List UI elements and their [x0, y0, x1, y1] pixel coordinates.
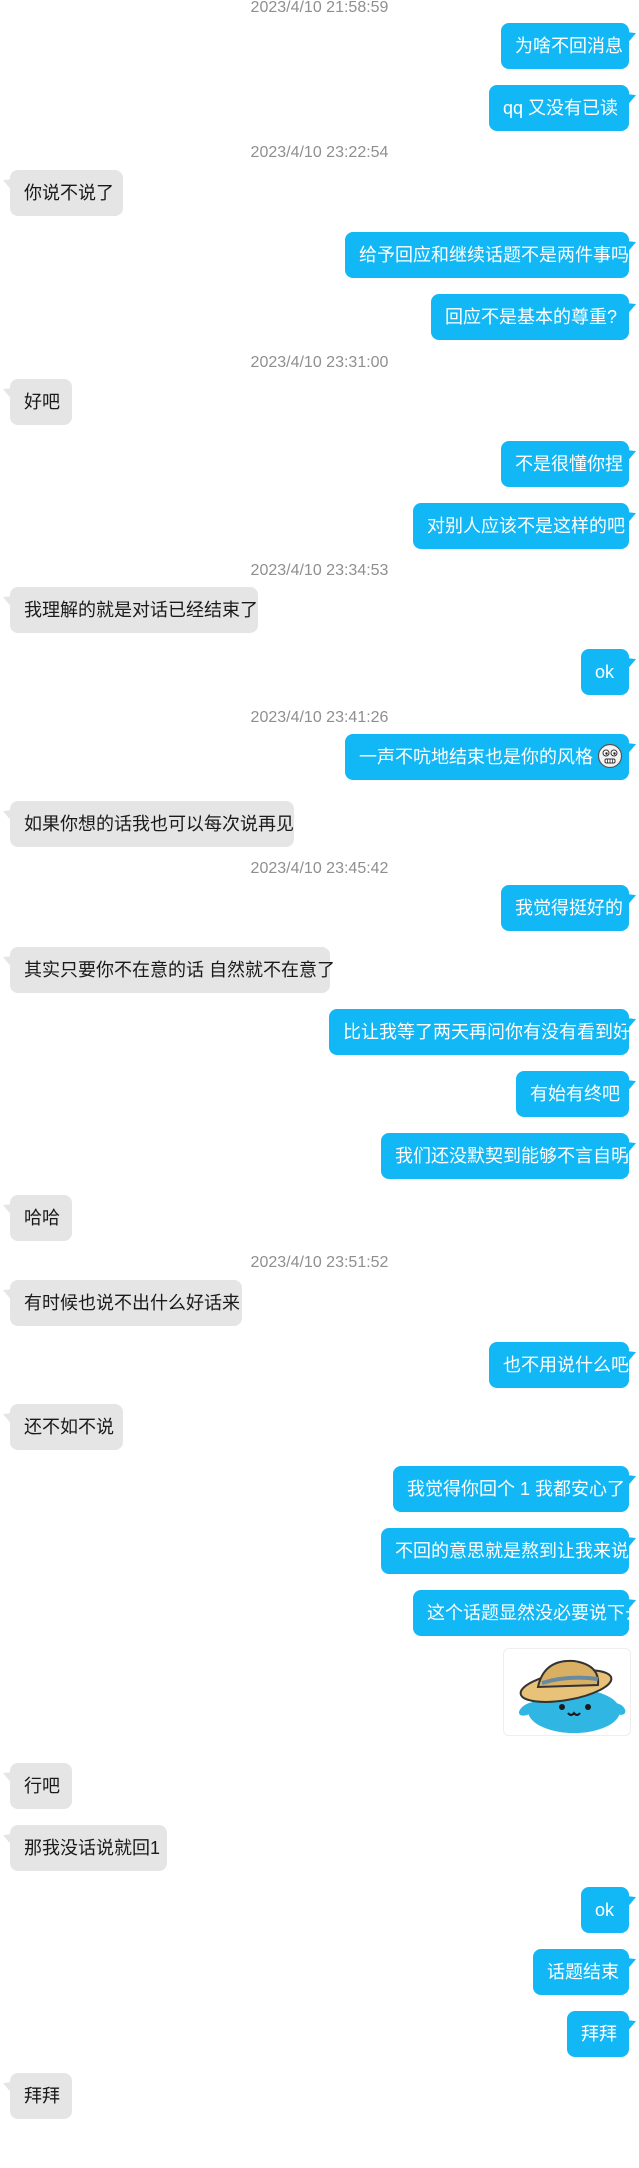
incoming-message-bubble[interactable]: 你说不说了 [10, 170, 123, 216]
message-text: 回应不是基本的尊重? [445, 307, 618, 327]
outgoing-message-bubble[interactable]: ok [581, 1887, 629, 1933]
outgoing-message-bubble[interactable]: 回应不是基本的尊重? [431, 294, 629, 340]
message-text: 话题结束 [547, 1962, 619, 1982]
message-text: 还不如不说 [24, 1417, 114, 1437]
outgoing-message-bubble[interactable]: 我觉得你回个 1 我都安心了 [393, 1466, 629, 1512]
message-text: 我理解的就是对话已经结束了 [24, 600, 258, 620]
incoming-message-bubble[interactable]: 其实只要你不在意的话 自然就不在意了 [10, 947, 335, 993]
outgoing-message-bubble[interactable]: 这个话题显然没必要说下去 [413, 1590, 639, 1636]
message-text: 我觉得你回个 1 我都安心了 [407, 1479, 626, 1499]
message-text: 如果你想的话我也可以每次说再见 [24, 814, 294, 834]
timestamp: 2023/4/10 23:34:53 [250, 562, 389, 579]
message-text: 你说不说了 [24, 183, 114, 203]
incoming-message-bubble[interactable]: 行吧 [10, 1763, 72, 1809]
timestamp: 2023/4/10 23:45:42 [250, 860, 389, 877]
chat-history[interactable]: 2023/4/10 21:58:59 为啥不回消息 qq 又没有已读 2023/4/1… [0, 0, 639, 2168]
incoming-message-bubble[interactable]: 我理解的就是对话已经结束了 [10, 587, 258, 633]
timestamp: 2023/4/10 23:22:54 [250, 144, 389, 161]
message-text: 我觉得挺好的 [515, 898, 623, 918]
outgoing-message-bubble[interactable]: qq 又没有已读 [489, 85, 629, 131]
outgoing-message-bubble[interactable]: 对别人应该不是这样的吧 [413, 503, 629, 549]
message-text: 有时候也说不出什么好话来 [24, 1293, 240, 1313]
outgoing-message-bubble[interactable]: ok [581, 649, 629, 695]
message-text: 比让我等了两天再问你有没有看到好 [343, 1022, 631, 1042]
outgoing-message-bubble[interactable]: 给予回应和继续话题不是两件事吗 [345, 232, 629, 278]
incoming-message-bubble[interactable]: 哈哈 [10, 1195, 72, 1241]
message-text: 拜拜 [581, 2024, 617, 2044]
message-text: ok [595, 662, 615, 682]
message-text: 那我没话说就回1 [24, 1838, 161, 1858]
sticker-message[interactable] [503, 1648, 631, 1736]
incoming-message-bubble[interactable]: 还不如不说 [10, 1404, 123, 1450]
timestamp: 2023/4/10 23:51:52 [250, 1254, 389, 1271]
incoming-message-bubble[interactable]: 有时候也说不出什么好话来 [10, 1280, 242, 1326]
message-text: 给予回应和继续话题不是两件事吗 [359, 245, 629, 265]
incoming-message-bubble[interactable]: 如果你想的话我也可以每次说再见 [10, 801, 294, 847]
incoming-message-bubble[interactable]: 拜拜 [10, 2073, 72, 2119]
outgoing-message-bubble[interactable]: 不回的意思就是熬到让我来说 [381, 1528, 629, 1574]
incoming-message-bubble[interactable]: 好吧 [10, 379, 72, 425]
message-text: 不回的意思就是熬到让我来说 [395, 1541, 629, 1561]
message-text: 这个话题显然没必要说下去 [427, 1603, 639, 1623]
message-text: 拜拜 [24, 2086, 60, 2106]
message-text: 也不用说什么吧 [503, 1355, 629, 1375]
message-text: ok [595, 1900, 615, 1920]
blue-creature-with-hat-icon [518, 1659, 626, 1733]
incoming-message-bubble[interactable]: 那我没话说就回1 [10, 1825, 167, 1871]
message-text: qq 又没有已读 [503, 98, 619, 118]
message-text: 有始有终吧 [530, 1084, 620, 1104]
outgoing-message-bubble[interactable]: 也不用说什么吧 [489, 1342, 629, 1388]
outgoing-message-bubble[interactable]: 话题结束 [533, 1949, 629, 1995]
message-text: 不是很懂你捏 [515, 454, 623, 474]
outgoing-message-bubble[interactable]: 拜拜 [567, 2011, 629, 2057]
message-text: 对别人应该不是这样的吧 [427, 516, 625, 536]
outgoing-message-bubble[interactable]: 为啥不回消息 [501, 23, 629, 69]
outgoing-message-bubble[interactable]: 不是很懂你捏 [501, 441, 629, 487]
outgoing-message-bubble[interactable]: 有始有终吧 [516, 1071, 629, 1117]
outgoing-message-bubble[interactable]: 比让我等了两天再问你有没有看到好 [329, 1009, 631, 1055]
timestamp: 2023/4/10 21:58:59 [250, 0, 389, 16]
message-text: 其实只要你不在意的话 自然就不在意了 [24, 960, 335, 980]
outgoing-message-bubble[interactable]: 一声不吭地结束也是你的风格 [345, 734, 629, 780]
message-text: 一声不吭地结束也是你的风格 [359, 747, 593, 767]
timestamp: 2023/4/10 23:31:00 [250, 354, 389, 371]
message-text: 好吧 [24, 392, 60, 412]
message-text: 为啥不回消息 [515, 36, 623, 56]
grimace-face-emoji-icon [597, 744, 623, 769]
message-text: 行吧 [24, 1776, 60, 1796]
outgoing-message-bubble[interactable]: 我们还没默契到能够不言自明 [381, 1133, 629, 1179]
message-text: 我们还没默契到能够不言自明 [395, 1146, 629, 1166]
message-text: 哈哈 [24, 1208, 60, 1228]
timestamp: 2023/4/10 23:41:26 [250, 709, 389, 726]
outgoing-message-bubble[interactable]: 我觉得挺好的 [501, 885, 629, 931]
